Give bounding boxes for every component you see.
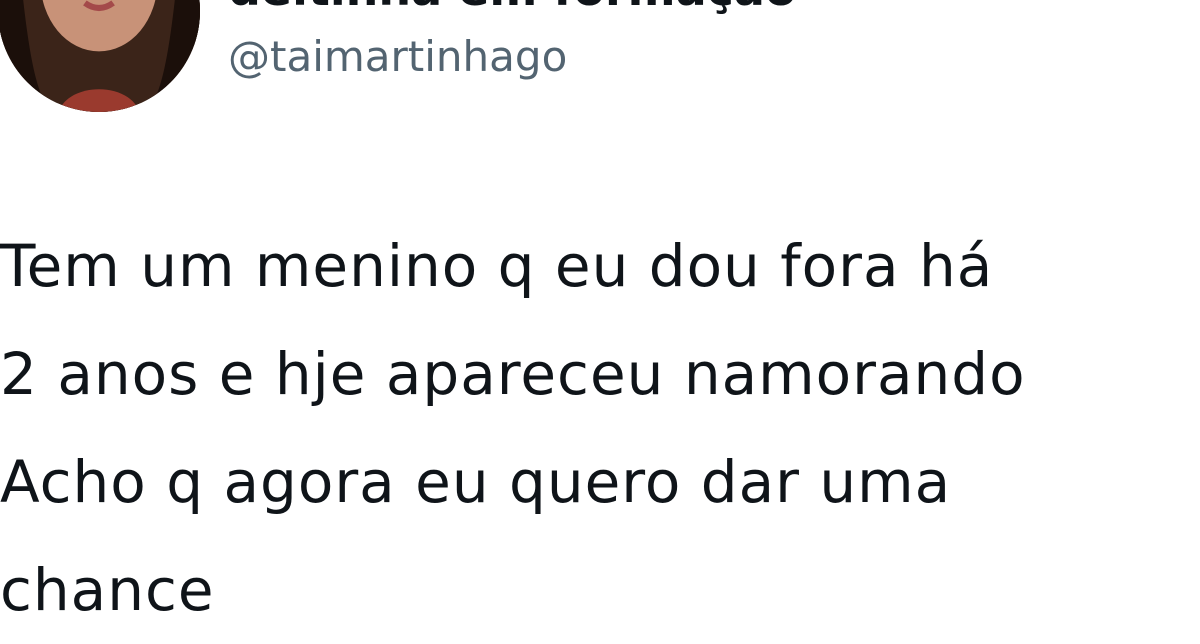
tweet-text-line: chance	[0, 556, 215, 624]
tweet-text-line: Tem um menino q eu dou fora há	[0, 232, 994, 300]
display-name[interactable]: deltinha em formação	[228, 0, 797, 12]
profile-photo	[0, 0, 200, 112]
tweet-text: Tem um menino q eu dou fora há 2 anos e …	[0, 212, 1200, 644]
user-handle[interactable]: @taimartinhago	[228, 36, 567, 78]
avatar[interactable]	[0, 0, 200, 112]
tweet-text-line: 2 anos e hje apareceu namorando	[0, 340, 1026, 408]
tweet-text-line: Acho q agora eu quero dar uma	[0, 448, 952, 516]
